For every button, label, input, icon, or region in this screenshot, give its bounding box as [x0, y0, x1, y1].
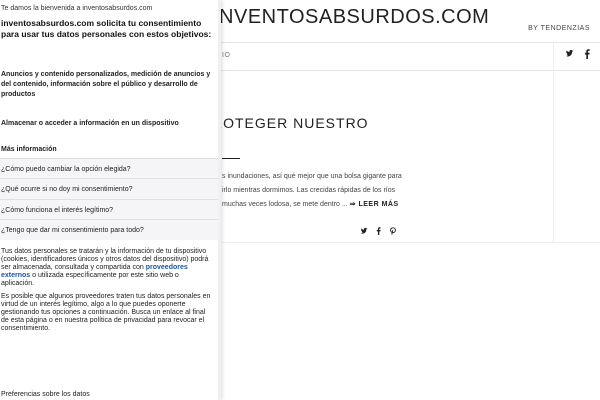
twitter-icon[interactable]	[360, 227, 368, 237]
legitimate-interest-text: Es posible que algunos proveedores trate…	[1, 293, 211, 332]
purpose-device-storage: Almacenar o acceder a información en un …	[1, 120, 179, 127]
panel-scrollbar[interactable]	[218, 0, 221, 400]
consent-title: inventosabsurdos.com solicita tu consent…	[1, 18, 212, 39]
welcome-text: Te damos la bienvenida a inventosabsurdo…	[1, 5, 153, 12]
read-more-link[interactable]: ⇒ LEER MÁS	[350, 201, 399, 208]
faq-no-consent[interactable]: ¿Qué ocurre si no doy mi consentimiento?	[0, 178, 221, 200]
faq-change-option[interactable]: ¿Cómo puedo cambiar la opción elegida?	[0, 158, 221, 180]
facebook-icon[interactable]	[376, 227, 381, 237]
excerpt-line: s inundaciones, así qué mejor que una bo…	[222, 173, 402, 180]
title-underline	[222, 158, 240, 159]
content-border	[553, 42, 554, 242]
share-icons	[360, 227, 397, 237]
post-title[interactable]: ROTEGER NUESTRO	[212, 115, 369, 131]
share-divider	[222, 242, 600, 243]
more-info-heading: Más información	[1, 146, 57, 153]
site-title[interactable]: INVENTOSABSURDOS.COM	[213, 6, 489, 29]
byline: BY TENDENZIAS	[528, 25, 590, 32]
excerpt-line: muchas veces lodosa, se mete dentro ... …	[222, 198, 400, 212]
data-preferences-heading: Preferencias sobre los datos	[1, 391, 90, 398]
facebook-icon[interactable]	[584, 49, 590, 62]
purpose-personalized-ads: Anuncios y contenido personalizados, med…	[1, 71, 211, 98]
social-links-top	[565, 49, 590, 62]
post-excerpt: s inundaciones, así qué mejor que una bo…	[222, 170, 402, 212]
nav-fragment[interactable]: IO	[222, 52, 230, 59]
faq-list: ¿Cómo puedo cambiar la opción elegida? ¿…	[0, 158, 221, 240]
data-processing-text: Tus datos personales se tratarán y la in…	[1, 248, 213, 288]
faq-consent-all[interactable]: ¿Tengo que dar mi consentimiento para to…	[0, 219, 221, 241]
excerpt-line: irlo mientras dormimos. Las crecidas ráp…	[222, 187, 396, 194]
consent-panel: Te damos la bienvenida a inventosabsurdo…	[0, 0, 221, 400]
faq-legitimate-interest[interactable]: ¿Cómo funciona el interés legítimo?	[0, 199, 221, 221]
excerpt-text: muchas veces lodosa, se mete dentro ...	[222, 201, 348, 208]
twitter-icon[interactable]	[565, 49, 574, 62]
pinterest-icon[interactable]	[389, 227, 397, 237]
